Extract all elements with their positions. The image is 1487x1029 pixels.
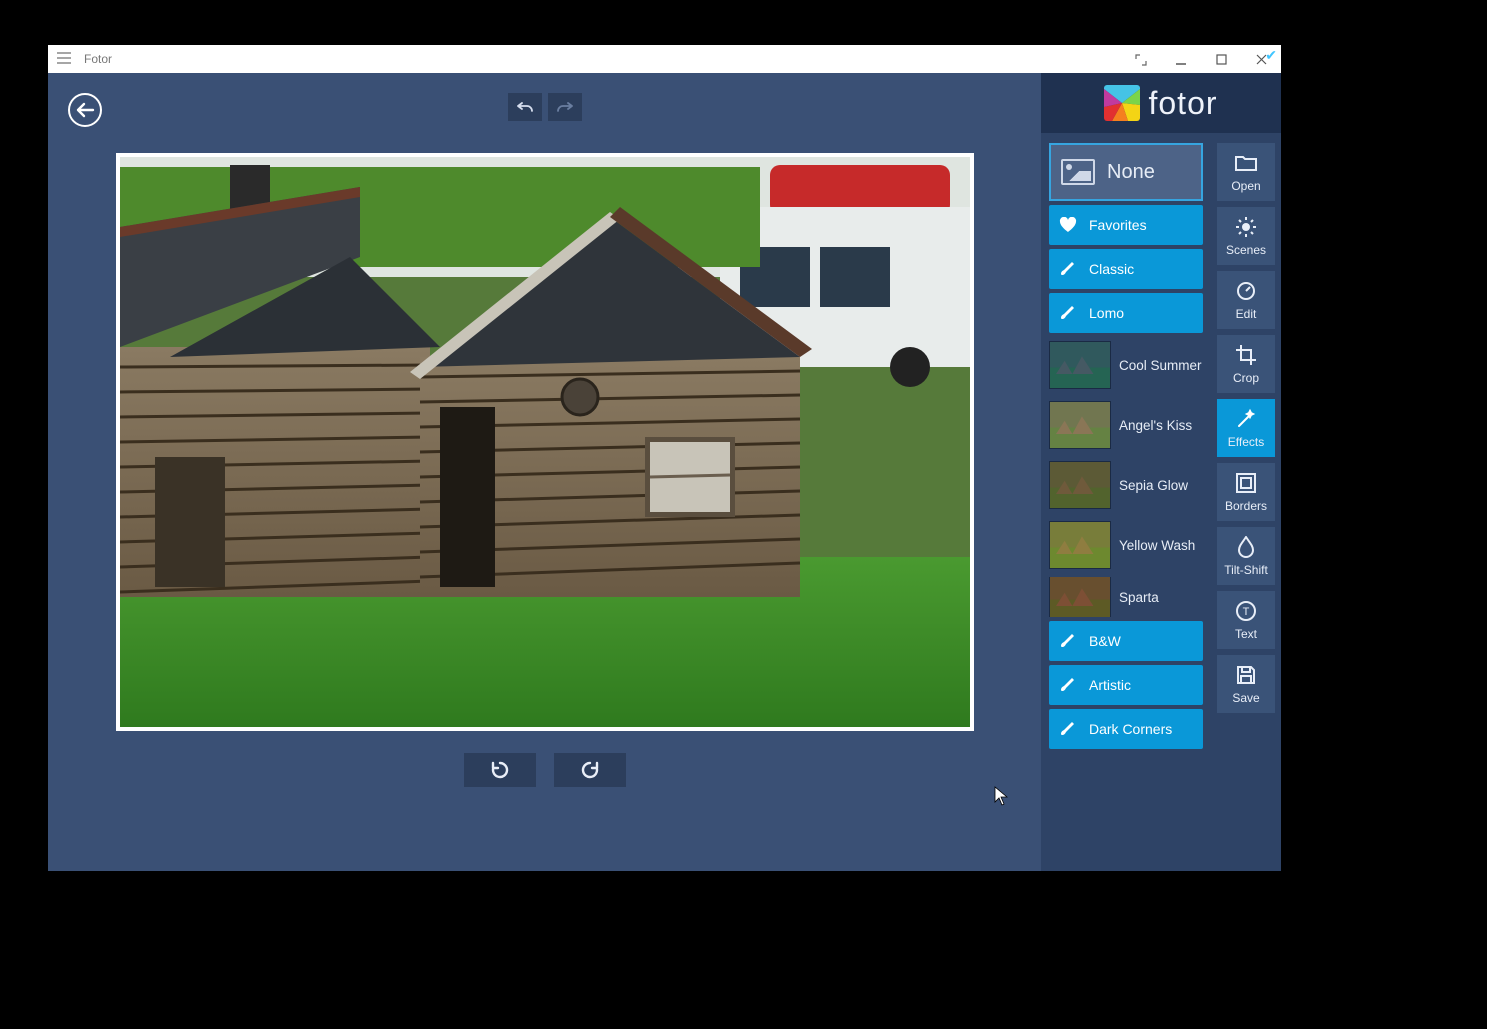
brush-icon [1057, 630, 1079, 652]
preset-thumbnail [1049, 577, 1111, 617]
tool-label: Open [1231, 179, 1260, 193]
tool-crop[interactable]: Crop [1217, 335, 1275, 393]
preset-label: Sepia Glow [1119, 478, 1188, 493]
effects-category-favorites[interactable]: Favorites [1049, 205, 1203, 245]
tool-edit[interactable]: Edit [1217, 271, 1275, 329]
tool-label: Crop [1233, 371, 1259, 385]
tool-effects[interactable]: Effects [1217, 399, 1275, 457]
border-icon [1234, 471, 1258, 495]
rotate-left-button[interactable] [464, 753, 536, 787]
logo-text: fotor [1148, 85, 1217, 122]
folder-icon [1234, 151, 1258, 175]
preset-thumbnail [1049, 461, 1111, 509]
category-label: Lomo [1089, 305, 1124, 321]
effects-category-dark-corners[interactable]: Dark Corners [1049, 709, 1203, 749]
preset-thumbnail [1049, 521, 1111, 569]
tool-text[interactable]: T Text [1217, 591, 1275, 649]
tool-scenes[interactable]: Scenes [1217, 207, 1275, 265]
logo-icon [1104, 85, 1140, 121]
preset-label: Sparta [1119, 590, 1159, 605]
tool-label: Effects [1228, 435, 1264, 449]
window-title: Fotor [84, 52, 112, 66]
tool-label: Save [1232, 691, 1259, 705]
crop-icon [1234, 343, 1258, 367]
brush-icon [1057, 302, 1079, 324]
effect-preset-angels-kiss[interactable]: Angel's Kiss [1049, 397, 1203, 453]
effects-category-classic[interactable]: Classic [1049, 249, 1203, 289]
image-placeholder-icon [1061, 159, 1095, 185]
save-icon [1234, 663, 1258, 687]
effects-panel: None ✔ Favorites Classic Lomo [1041, 73, 1211, 871]
tool-label: Tilt-Shift [1224, 563, 1268, 577]
tool-rail: Open Scenes Edit Crop [1211, 73, 1281, 871]
brush-icon [1057, 674, 1079, 696]
effect-preset-sparta[interactable]: Sparta [1049, 577, 1203, 617]
effects-category-bw[interactable]: B&W [1049, 621, 1203, 661]
preset-label: Angel's Kiss [1119, 418, 1192, 433]
maximize-button[interactable] [1201, 52, 1241, 66]
effect-none-label: None [1107, 161, 1155, 184]
category-label: B&W [1089, 633, 1121, 649]
image-canvas[interactable] [116, 153, 974, 731]
effect-preset-yellow-wash[interactable]: Yellow Wash [1049, 517, 1203, 573]
tool-open[interactable]: Open [1217, 143, 1275, 201]
minimize-button[interactable] [1161, 52, 1201, 66]
preset-thumbnail [1049, 341, 1111, 389]
undo-redo-bar [508, 93, 582, 121]
tool-save[interactable]: Save [1217, 655, 1275, 713]
logo: fotor [1041, 73, 1281, 133]
sun-icon [1234, 215, 1258, 239]
effects-category-artistic[interactable]: Artistic [1049, 665, 1203, 705]
preset-label: Cool Summer [1119, 358, 1202, 373]
effects-category-lomo[interactable]: Lomo [1049, 293, 1203, 333]
main-canvas-area [48, 73, 1041, 871]
tool-label: Scenes [1226, 243, 1266, 257]
rotate-bar [464, 753, 626, 787]
wand-icon [1234, 407, 1258, 431]
app-window: Fotor fotor [48, 45, 1281, 871]
preset-label: Yellow Wash [1119, 538, 1195, 553]
brush-icon [1057, 258, 1079, 280]
back-button[interactable] [68, 93, 102, 127]
heart-icon [1057, 214, 1079, 236]
redo-button[interactable] [548, 93, 582, 121]
effect-preset-cool-summer[interactable]: Cool Summer [1049, 337, 1203, 393]
tool-label: Text [1235, 627, 1257, 641]
category-label: Favorites [1089, 217, 1147, 233]
tool-tilt-shift[interactable]: Tilt-Shift [1217, 527, 1275, 585]
tool-label: Borders [1225, 499, 1267, 513]
hamburger-icon[interactable] [48, 51, 80, 67]
titlebar: Fotor [48, 45, 1281, 73]
rotate-right-button[interactable] [554, 753, 626, 787]
dial-icon [1234, 279, 1258, 303]
brush-icon [1057, 718, 1079, 740]
effect-none[interactable]: None ✔ [1049, 143, 1203, 201]
effect-preset-sepia-glow[interactable]: Sepia Glow [1049, 457, 1203, 513]
tool-label: Edit [1236, 307, 1257, 321]
expand-icon[interactable] [1121, 52, 1161, 66]
svg-text:T: T [1243, 606, 1250, 618]
category-label: Classic [1089, 261, 1134, 277]
droplet-icon [1234, 535, 1258, 559]
undo-button[interactable] [508, 93, 542, 121]
text-icon: T [1234, 599, 1258, 623]
category-label: Dark Corners [1089, 721, 1172, 737]
tool-borders[interactable]: Borders [1217, 463, 1275, 521]
category-label: Artistic [1089, 677, 1131, 693]
preset-thumbnail [1049, 401, 1111, 449]
